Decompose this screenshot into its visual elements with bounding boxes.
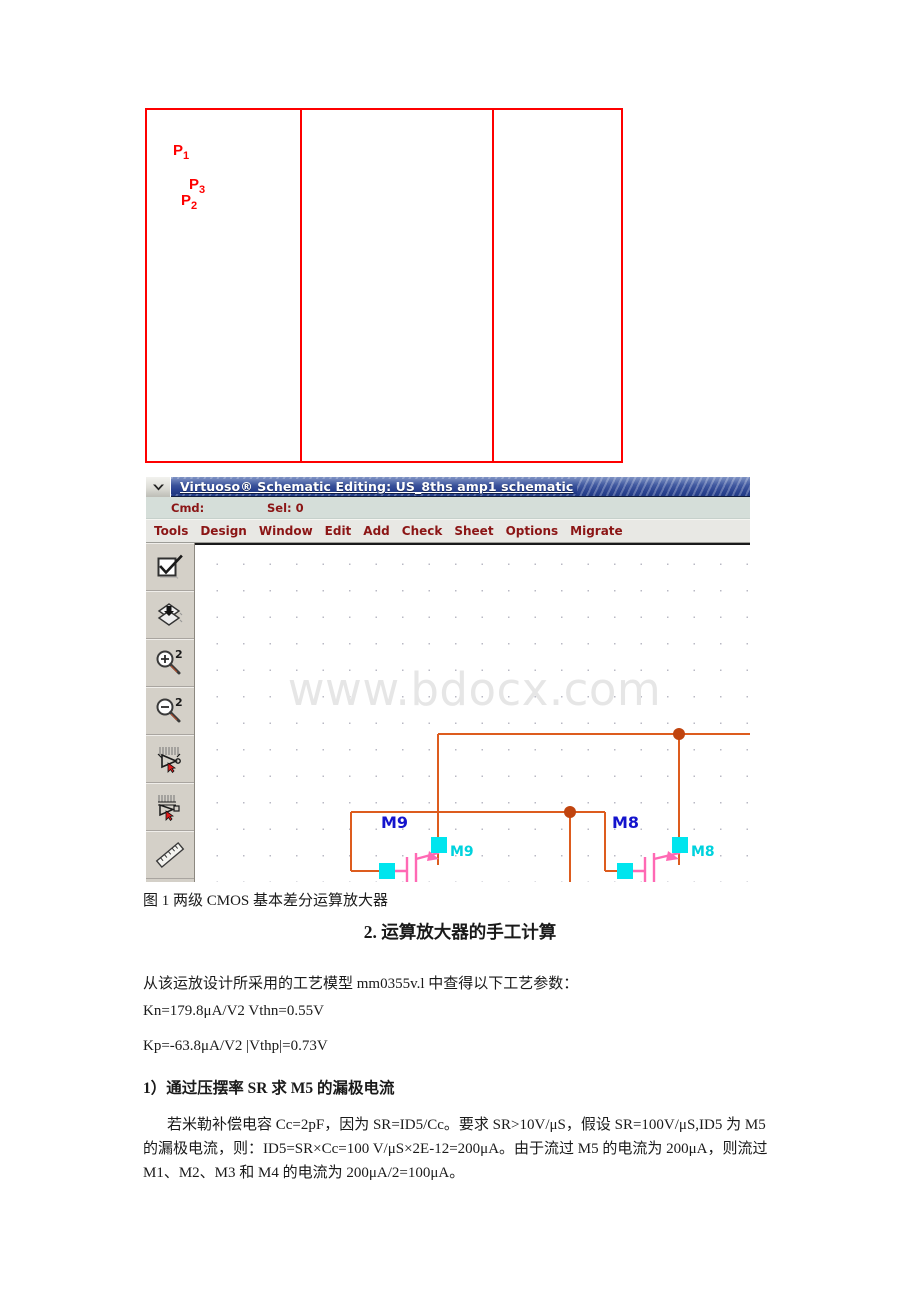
junction-group [564,728,685,818]
save-to-disk-icon [157,603,183,626]
menu-item-tools[interactable]: Tools [154,524,188,538]
paragraph-calculation-text: 若米勒补偿电容 Cc=2pF，因为 SR=ID5/Cc。要求 SR>10V/μS… [143,1117,768,1181]
zoom-in-2x-icon: 2 [156,649,183,675]
cmd-status-label: Cmd: [171,500,205,515]
m8-pins [617,837,688,879]
titlebar-stripe-area: Virtuoso® Schematic Editing: US_8ths amp… [171,477,750,497]
select-device-button[interactable] [146,735,194,783]
chevron-down-icon [152,484,164,490]
device-m8 [625,845,681,882]
menu-item-sheet[interactable]: Sheet [454,524,493,538]
zoom-out-2x-icon: 2 [156,697,183,723]
m9-net-label: M9 [381,813,408,832]
annotation-box-p3 [492,108,623,463]
menu-item-options[interactable]: Options [506,524,559,538]
annotation-label-p3: P3 [189,176,206,196]
vertical-toolbar: 2 2 [146,543,195,882]
menu-item-check[interactable]: Check [402,524,443,538]
annotation-label-p1: P1 [173,142,190,162]
menu-item-migrate[interactable]: Migrate [570,524,623,538]
status-strip: Cmd: Sel: 0 [146,497,750,519]
m9-pins [379,837,447,879]
m9-gate-pin [379,863,395,879]
window-titlebar: Virtuoso® Schematic Editing: US_8ths amp… [146,477,750,497]
junction-dot-mid [564,806,576,818]
menu-item-edit[interactable]: Edit [325,524,352,538]
m8-instance-label: M8 [691,844,715,860]
schematic-canvas[interactable]: www.bdocx.com M9 M9 M8 M8 [195,543,750,882]
m8-net-label: M8 [612,813,639,832]
annotation-box-p2 [300,108,494,463]
param-line-kp: Kp=-63.8μA/V2 |Vthp|=0.73V [143,1038,328,1054]
zoom-in-button[interactable]: 2 [146,639,194,687]
check-box-icon [157,554,183,579]
select-net-button[interactable] [146,783,194,831]
schematic-drawing: M9 M9 M8 M8 [349,728,750,882]
annotation-box-group: P1 P2 P3 [145,108,623,463]
figure-caption: 图 1 两级 CMOS 基本差分运算放大器 [143,893,389,909]
section-heading: 2. 运算放大器的手工计算 [363,922,557,942]
zoom-out-button[interactable]: 2 [146,687,194,735]
junction-dot-top [673,728,685,740]
svg-text:2: 2 [175,697,183,709]
sel-status-label: Sel: 0 [267,500,304,515]
menubar: Tools Design Window Edit Add Check Sheet… [146,519,750,543]
menu-item-add[interactable]: Add [363,524,389,538]
virtuoso-window: Virtuoso® Schematic Editing: US_8ths amp… [146,477,750,882]
check-and-save-button[interactable] [146,543,194,591]
param-line-kn: Kn=179.8μA/V2 Vthn=0.55V [143,1003,324,1019]
annotation-box-p1 [145,108,302,463]
svg-text:2: 2 [175,649,183,661]
paragraph-process-model: 从该运放设计所采用的工艺模型 mm0355v.l 中查得以下工艺参数： [143,976,579,992]
window-body: 2 2 www.bdocx.com M9 M9 M8 M8 [146,543,750,882]
subheading-slew-rate: 1）通过压摆率 SR 求 M5 的漏极电流 [143,1080,395,1097]
menu-item-window[interactable]: Window [259,524,313,538]
select-device-icon [157,747,181,773]
m9-instance-label: M9 [450,844,474,860]
m8-drain-pin [672,837,688,853]
menu-item-design[interactable]: Design [200,524,247,538]
window-menu-button[interactable] [146,477,171,497]
m9-drain-pin [431,837,447,853]
select-net-icon [158,795,180,821]
ruler-icon [155,841,185,869]
ruler-button[interactable] [146,831,194,879]
window-title: Virtuoso® Schematic Editing: US_8ths amp… [171,479,578,494]
paragraph-calculation: 若米勒补偿电容 Cc=2pF，因为 SR=ID5/Cc。要求 SR>10V/μS… [143,1113,783,1185]
m8-gate-pin [617,863,633,879]
save-button[interactable] [146,591,194,639]
